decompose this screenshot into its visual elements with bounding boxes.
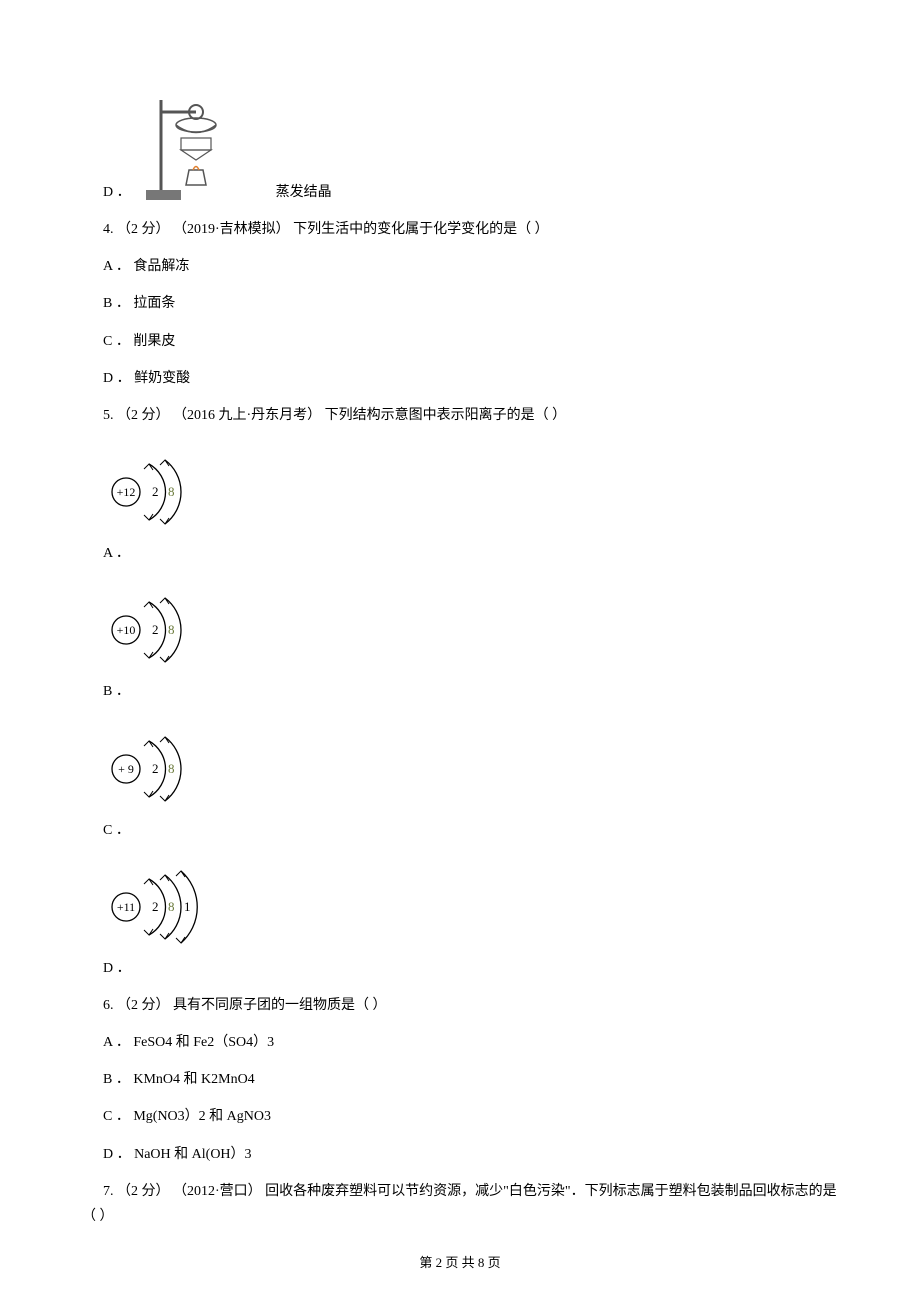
q3-optD-letter: D ．	[82, 180, 131, 205]
q6-optD: D ． NaOH 和 Al(OH）3	[82, 1142, 838, 1167]
svg-text:+11: +11	[117, 900, 135, 914]
svg-text:+ 9: + 9	[118, 762, 134, 776]
nucleus-text: +12	[117, 485, 136, 499]
svg-text:+10: +10	[117, 623, 136, 637]
q4-stem: 4. （2 分） （2019·吉林模拟） 下列生活中的变化属于化学变化的是（ ）	[82, 217, 838, 242]
q5-diagram-A: +12 2 8	[103, 440, 838, 535]
evaporation-apparatus-image	[141, 90, 241, 205]
svg-text:2: 2	[152, 761, 159, 776]
q4-optA: A ． 食品解冻	[82, 254, 838, 279]
q4-optD: D ． 鲜奶变酸	[82, 366, 838, 391]
q7-stem: 7. （2 分） （2012·营口） 回收各种废弃塑料可以节约资源，减少"白色污…	[82, 1179, 838, 1229]
svg-text:1: 1	[184, 899, 191, 914]
svg-text:8: 8	[168, 484, 175, 499]
q5-optA: A ．	[82, 541, 838, 566]
q7-stem-text: 7. （2 分） （2012·营口） 回收各种废弃塑料可以节约资源，减少"白色污…	[82, 1184, 837, 1224]
svg-text:8: 8	[168, 899, 175, 914]
q5-diagram-B: +10 2 8	[103, 578, 838, 673]
q5-optB: B ．	[82, 679, 838, 704]
q5-optD: D ．	[82, 956, 838, 981]
svg-text:2: 2	[152, 484, 159, 499]
page-footer: 第 2 页 共 8 页	[0, 1251, 920, 1274]
q4-optC: C ． 削果皮	[82, 329, 838, 354]
svg-text:8: 8	[168, 761, 175, 776]
q6-optC: C ． Mg(NO3）2 和 AgNO3	[82, 1104, 838, 1129]
q6-stem: 6. （2 分） 具有不同原子团的一组物质是（ ）	[82, 993, 838, 1018]
q5-stem: 5. （2 分） （2016 九上·丹东月考） 下列结构示意图中表示阳离子的是（…	[82, 403, 838, 428]
q4-optB: B ． 拉面条	[82, 291, 838, 316]
q6-optA: A ． FeSO4 和 Fe2（SO4）3	[82, 1030, 838, 1055]
q5-diagram-C: + 9 2 8	[103, 717, 838, 812]
q5-diagram-D: +11 2 8 1	[103, 855, 838, 950]
svg-text:2: 2	[152, 622, 159, 637]
svg-text:2: 2	[152, 899, 159, 914]
q5-optC: C ．	[82, 818, 838, 843]
q3-option-d: D ． 蒸发结晶	[82, 90, 838, 205]
q3-optD-text: 蒸发结晶	[276, 180, 332, 205]
q6-optB: B ． KMnO4 和 K2MnO4	[82, 1067, 838, 1092]
svg-text:8: 8	[168, 622, 175, 637]
